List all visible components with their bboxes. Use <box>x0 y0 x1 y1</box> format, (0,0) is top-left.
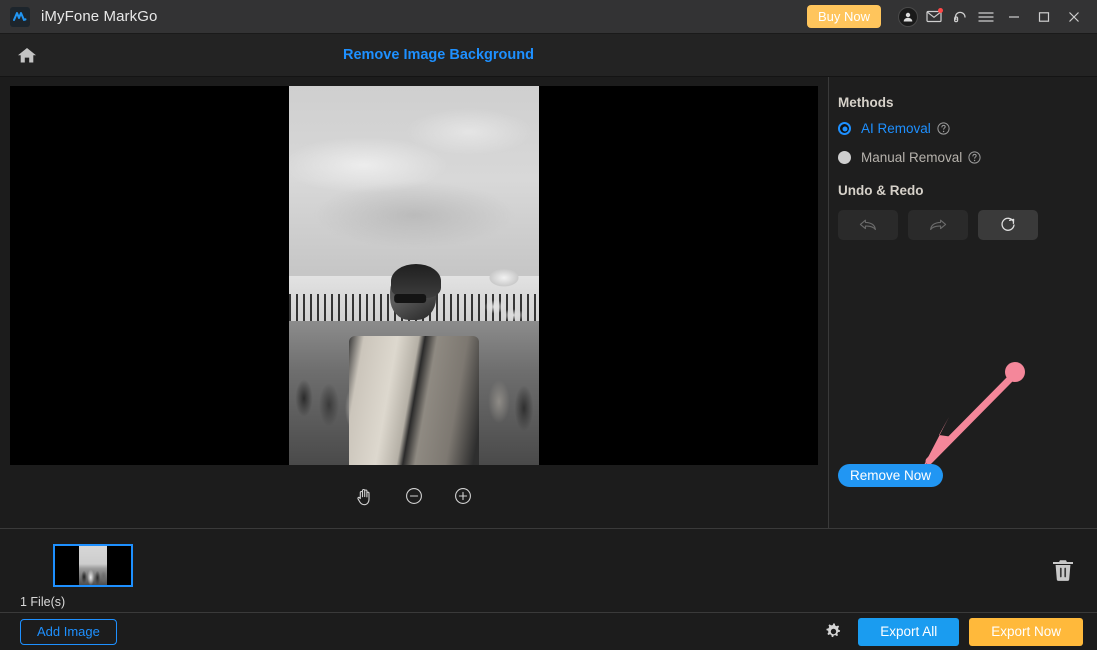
refresh-icon <box>1001 217 1015 231</box>
avatar <box>898 6 918 27</box>
zoom-in-button[interactable] <box>450 483 476 509</box>
markgo-logo-icon <box>10 6 30 27</box>
app-title: iMyFone MarkGo <box>41 8 158 25</box>
editor-area <box>0 77 829 528</box>
radio-ai-removal[interactable] <box>838 122 851 135</box>
bottom-bar: Add Image Export All Export Now <box>0 612 1097 650</box>
zoom-out-button[interactable] <box>401 483 427 509</box>
undo-redo-buttons <box>838 210 1097 240</box>
maximize-icon[interactable] <box>1029 4 1059 30</box>
photo-subject-hair <box>391 264 441 299</box>
help-circle-icon[interactable] <box>937 122 950 135</box>
close-icon[interactable] <box>1059 4 1089 30</box>
app-window: iMyFone MarkGo Buy Now Remove Image Back… <box>0 0 1097 650</box>
method-option-manual-removal[interactable]: Manual Removal <box>838 150 1097 165</box>
canvas-tools <box>0 465 828 527</box>
account-avatar-icon[interactable] <box>895 4 921 30</box>
thumbnail-strip: 1 File(s) <box>0 528 1097 612</box>
reset-button[interactable] <box>978 210 1038 240</box>
export-now-button[interactable]: Export Now <box>969 617 1083 646</box>
buy-now-button[interactable]: Buy Now <box>806 5 881 28</box>
help-circle-icon[interactable] <box>968 151 981 164</box>
methods-heading: Methods <box>838 95 894 110</box>
add-image-button[interactable]: Add Image <box>20 618 117 645</box>
main-region: Methods AI Removal Manual Removal Undo &… <box>0 77 1097 528</box>
file-count-label: 1 File(s) <box>20 595 66 609</box>
nav-bar: Remove Image Background <box>0 34 1097 77</box>
method-label-ai-removal: AI Removal <box>861 121 931 136</box>
redo-button[interactable] <box>908 210 968 240</box>
trash-icon[interactable] <box>1048 555 1078 585</box>
gear-icon[interactable] <box>820 619 846 645</box>
annotation-arrow <box>923 362 1025 467</box>
image-canvas[interactable] <box>10 86 818 465</box>
mail-icon[interactable] <box>921 4 947 30</box>
pan-hand-tool[interactable] <box>352 483 378 509</box>
page-title: Remove Image Background <box>343 47 534 63</box>
hamburger-menu-icon[interactable] <box>973 4 999 30</box>
undo-redo-heading: Undo & Redo <box>838 183 924 198</box>
thumbnail-preview <box>79 546 107 585</box>
remove-now-button[interactable]: Remove Now <box>838 464 944 487</box>
photo-subject-sunglasses <box>394 294 427 304</box>
methods-panel: Methods AI Removal Manual Removal Undo &… <box>829 77 1097 528</box>
title-bar: iMyFone MarkGo Buy Now <box>0 0 1097 34</box>
mail-unread-dot <box>938 7 943 13</box>
minimize-icon[interactable] <box>999 4 1029 30</box>
method-option-ai-removal[interactable]: AI Removal <box>838 121 1097 136</box>
image-thumbnail[interactable] <box>53 544 133 587</box>
photo-subject-coat <box>349 336 479 465</box>
source-photo <box>289 86 539 465</box>
undo-button[interactable] <box>838 210 898 240</box>
redo-arrow-icon <box>930 219 947 231</box>
undo-arrow-icon <box>859 219 876 231</box>
export-all-button[interactable]: Export All <box>858 617 960 646</box>
home-icon[interactable] <box>10 38 44 72</box>
method-label-manual-removal: Manual Removal <box>861 150 963 165</box>
headset-support-icon[interactable] <box>947 4 973 30</box>
radio-manual-removal[interactable] <box>838 151 851 164</box>
